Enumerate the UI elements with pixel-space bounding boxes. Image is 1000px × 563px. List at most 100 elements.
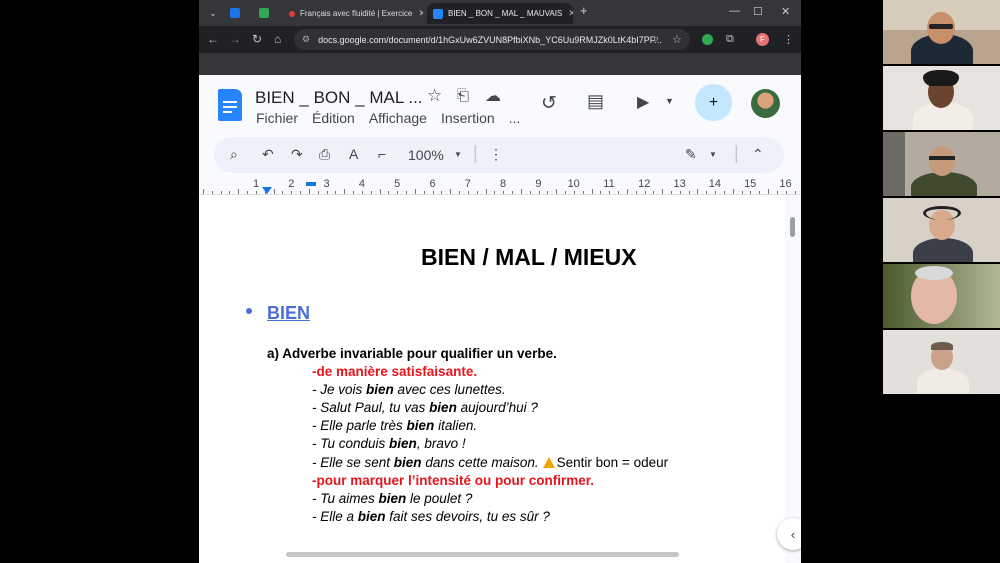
menu-affichage[interactable]: Affichage — [369, 110, 427, 126]
chevron-down-icon[interactable]: ▼ — [665, 96, 674, 106]
document-title[interactable]: BIEN _ BON _ MAL ... — [255, 88, 423, 108]
ruler-number: 5 — [394, 178, 401, 190]
star-icon[interactable]: ☆ — [427, 86, 442, 106]
puzzle-icon[interactable]: ⧉ — [726, 33, 734, 46]
close-icon[interactable]: ✕ — [412, 8, 423, 19]
participant-video-2 — [923, 70, 959, 86]
meet-camera-icon[interactable]: ▶ — [637, 92, 649, 112]
menu-fichier[interactable]: Fichier — [256, 110, 298, 126]
close-window-icon[interactable]: ✕ — [781, 5, 790, 18]
google-docs-logo-icon[interactable] — [218, 89, 242, 121]
ruler-tick — [512, 191, 514, 194]
search-icon[interactable]: ⌕ — [230, 146, 238, 163]
keyword-bien: bien — [429, 400, 457, 416]
bookmark-bar — [199, 53, 801, 75]
document-page[interactable]: BIEN / MAL / MIEUX BIEN a) Adverbe invar… — [199, 195, 785, 563]
close-icon[interactable]: ✕ — [562, 8, 573, 19]
move-folder-icon[interactable]: ⎗ — [457, 87, 469, 104]
share-button[interactable]: + — [695, 84, 732, 121]
ruler-tick — [476, 191, 478, 194]
cloud-status-icon[interactable]: ☁ — [485, 86, 501, 106]
minimize-icon[interactable]: — — [729, 5, 740, 17]
section-title[interactable]: BIEN — [267, 303, 310, 324]
participant-tile[interactable] — [883, 198, 1000, 262]
ruler-tick — [291, 191, 293, 194]
first-line-indent-marker[interactable] — [306, 182, 316, 186]
indent-marker-icon[interactable] — [262, 187, 272, 194]
participant-tile[interactable] — [883, 132, 1000, 196]
ruler-tick — [529, 191, 531, 194]
maximize-icon[interactable]: ☐ — [753, 5, 763, 18]
ruler[interactable]: 1 2 3 4 5 6 7 8 9 10 11 12 13 14 15 16 — [199, 177, 801, 195]
pinned-tab-meet[interactable] — [253, 4, 275, 22]
keyword-bien: bien — [357, 508, 386, 524]
zoom-select[interactable]: 100% — [408, 147, 444, 163]
chevron-up-icon[interactable]: ⌃ — [752, 146, 764, 163]
ruler-number: 9 — [535, 178, 542, 190]
user-avatar[interactable] — [751, 89, 780, 118]
ruler-tick — [688, 191, 690, 194]
reload-icon[interactable]: ↻ — [252, 32, 262, 46]
example-text: - Salut Paul, tu vas — [312, 400, 430, 416]
participant-tile[interactable] — [883, 330, 1000, 394]
zoom-lens-icon[interactable]: ⌕ — [653, 33, 659, 46]
undo-icon[interactable]: ↶ — [262, 146, 274, 163]
comment-icon[interactable]: ▤ — [587, 91, 604, 112]
chevron-down-icon[interactable]: ▼ — [709, 150, 717, 159]
paint-format-icon[interactable]: ⌐ — [378, 146, 386, 162]
menu-bar: Fichier Édition Affichage Insertion ... — [256, 110, 520, 126]
more-options-icon[interactable]: ⋮ — [489, 146, 503, 163]
ruler-tick — [706, 191, 708, 194]
ruler-tick — [397, 191, 399, 194]
ruler-tick — [538, 191, 540, 194]
menu-edition[interactable]: Édition — [312, 110, 355, 126]
menu-more[interactable]: ... — [509, 110, 521, 126]
participant-tile[interactable] — [883, 264, 1000, 328]
example-line: - Salut Paul, tu vas bien aujourd’hui ? — [312, 400, 538, 415]
ruler-number: 8 — [500, 178, 507, 190]
example-line: - Je vois bien avec ces lunettes. — [312, 382, 506, 397]
history-icon[interactable]: ↺ — [541, 92, 557, 115]
ruler-tick — [406, 191, 408, 194]
menu-insertion[interactable]: Insertion — [441, 110, 495, 126]
kebab-menu-icon[interactable]: ⋮ — [783, 33, 794, 46]
bookmark-star-icon[interactable]: ☆ — [672, 33, 682, 46]
spellcheck-icon[interactable]: A — [349, 146, 358, 162]
address-bar[interactable]: ⚙ docs.google.com/document/d/1hGxUw6ZVUN… — [294, 29, 690, 50]
ruler-tick — [211, 191, 213, 194]
vertical-scrollbar[interactable] — [790, 217, 795, 237]
extension-icon[interactable] — [702, 34, 713, 45]
participant-tile[interactable] — [883, 0, 1000, 64]
document-canvas[interactable]: BIEN / MAL / MIEUX BIEN a) Adverbe invar… — [199, 195, 801, 563]
ruler-tick — [723, 191, 725, 194]
horizontal-scrollbar[interactable] — [286, 552, 679, 557]
bullet-icon — [246, 308, 252, 314]
ruler-tick — [503, 191, 505, 194]
pinned-tab-calendar[interactable] — [224, 4, 246, 22]
ruler-tick — [273, 189, 275, 194]
tab-bien-bon-mal[interactable]: BIEN _ BON _ MAL _ MAUVAIS ✕ — [427, 3, 573, 24]
ruler-tick — [459, 191, 461, 194]
profile-avatar[interactable]: F — [756, 33, 769, 46]
forward-arrow-icon[interactable]: → — [229, 32, 241, 46]
tab-francais[interactable]: Français avec fluidité | Exercice ✕ — [283, 3, 423, 24]
chevron-down-icon[interactable]: ▼ — [454, 150, 462, 159]
redo-icon[interactable]: ↷ — [291, 146, 303, 163]
tab-search-button[interactable]: ⌄ — [202, 4, 224, 22]
docs-header: BIEN _ BON _ MAL ... ☆ ⎗ ☁ Fichier Éditi… — [199, 75, 801, 137]
ruler-tick — [556, 189, 558, 194]
new-tab-button[interactable]: + — [580, 3, 588, 18]
back-arrow-icon[interactable]: ← — [207, 32, 219, 46]
ruler-tick — [485, 189, 487, 194]
ruler-tick — [600, 191, 602, 194]
show-side-panel-button[interactable]: ‹ — [777, 518, 801, 550]
site-settings-icon[interactable]: ⚙ — [302, 34, 310, 45]
edit-mode-pencil-icon[interactable]: ✎ — [685, 146, 697, 163]
site-favicon-icon — [289, 10, 295, 17]
print-icon[interactable]: ⎙ — [319, 146, 330, 163]
home-icon[interactable]: ⌂ — [274, 32, 281, 46]
participant-tile[interactable] — [883, 66, 1000, 130]
ruler-number: 12 — [638, 178, 651, 190]
calendar-icon — [230, 8, 240, 18]
keyword-bien: bien — [406, 418, 435, 434]
